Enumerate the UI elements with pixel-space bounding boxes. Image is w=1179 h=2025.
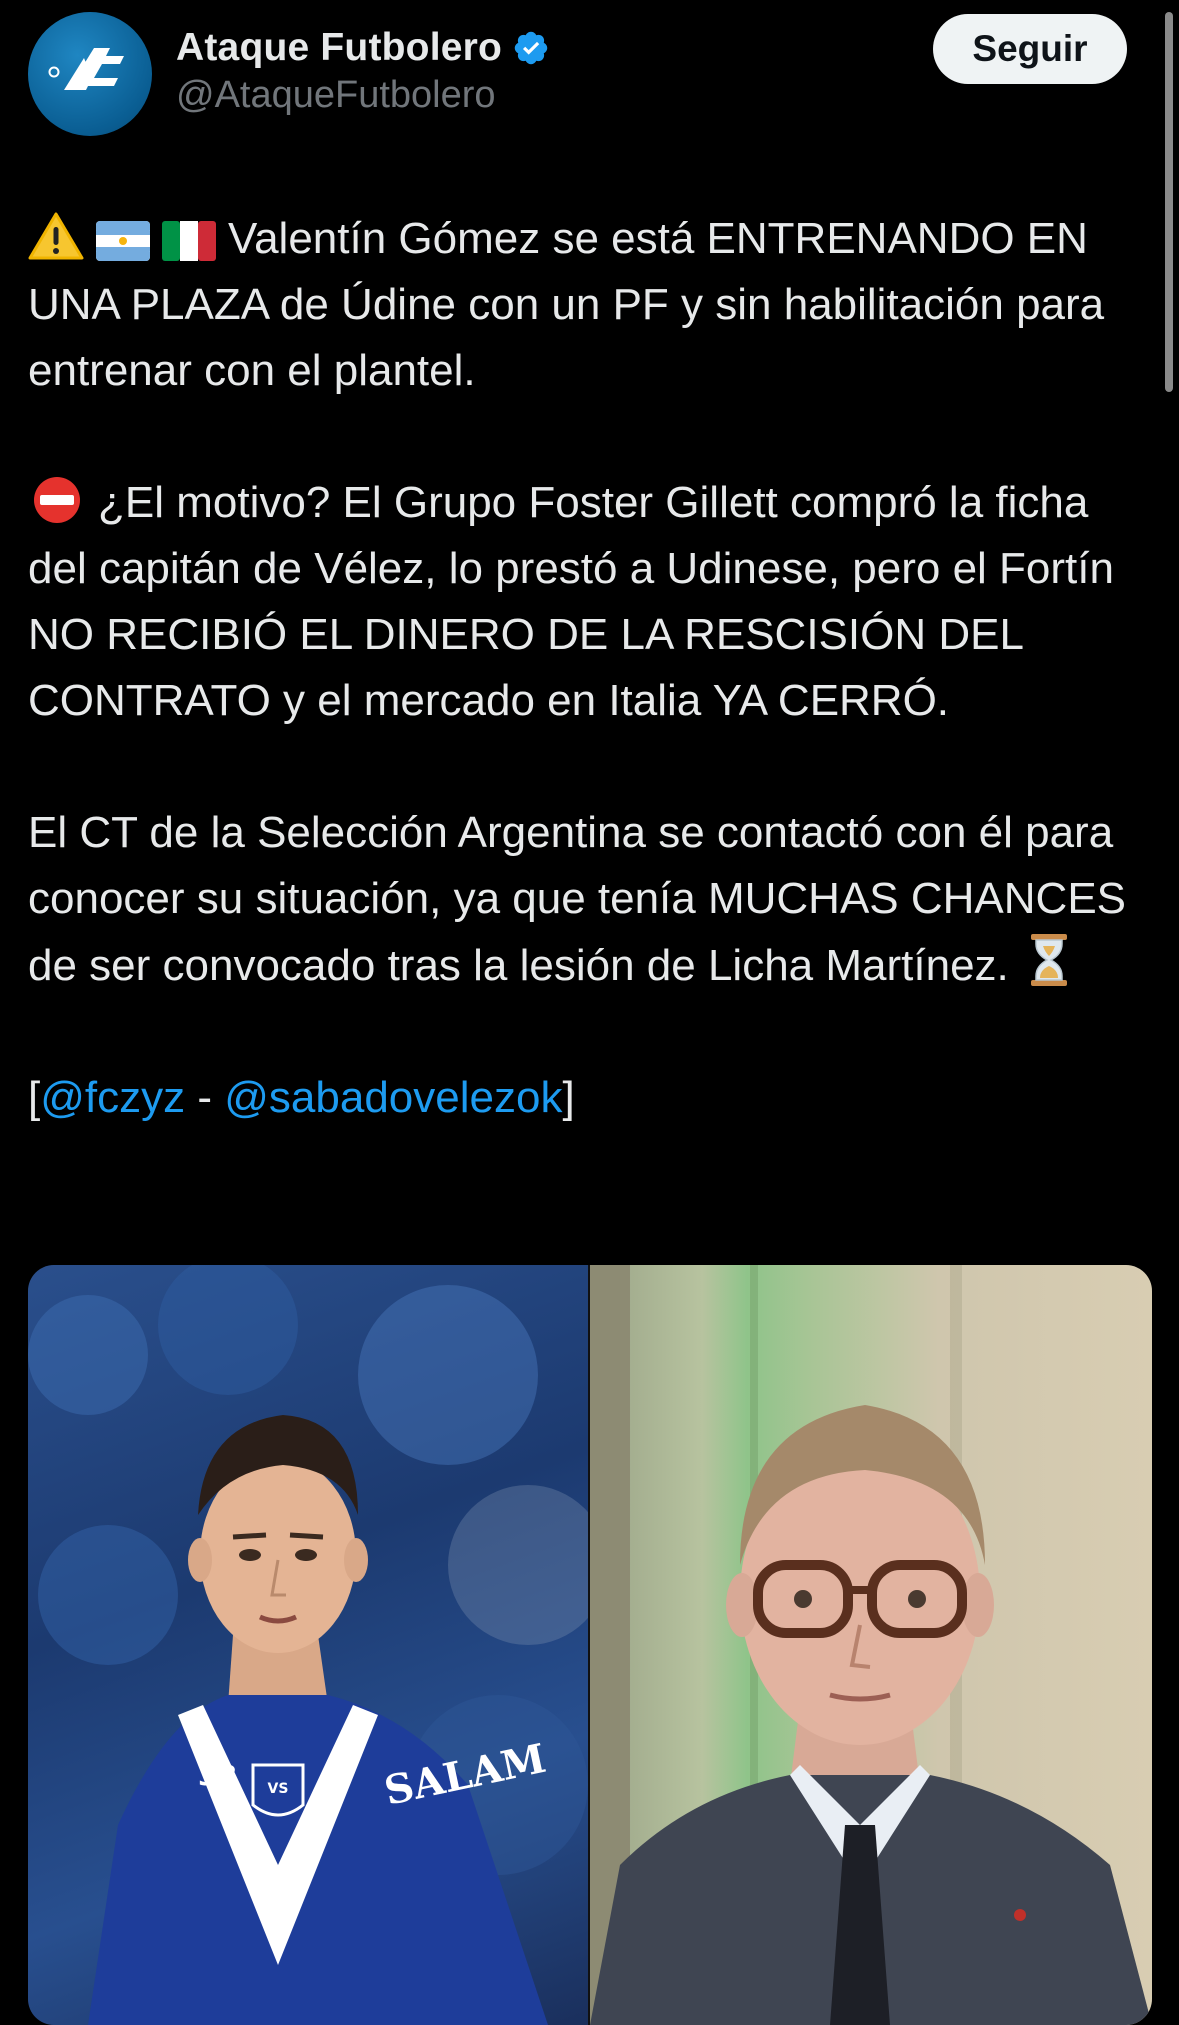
tweet-text: Valentín Gómez se está ENTRENANDO EN UNA… <box>28 206 1153 1131</box>
jersey-number: 38 <box>198 1759 237 1792</box>
no-entry-emoji-icon <box>28 475 86 525</box>
ataque-futbolero-logo-icon <box>48 48 124 90</box>
tweet-paragraph-3: El CT de la Selección Argentina se conta… <box>28 800 1153 999</box>
mention-link-fczyz[interactable]: @fczyz <box>40 1073 185 1122</box>
tweet-paragraph-3-text: El CT de la Selección Argentina se conta… <box>28 808 1127 990</box>
tweet-media[interactable]: VS SALAM 38 <box>28 1265 1152 2025</box>
scrollbar[interactable] <box>1165 12 1173 392</box>
tweet-paragraph-1: Valentín Gómez se está ENTRENANDO EN UNA… <box>28 206 1153 404</box>
open-bracket: [ <box>28 1073 41 1122</box>
businessman-photo[interactable] <box>590 1265 1152 2025</box>
businessman-photo-illustration <box>590 1265 1152 2025</box>
author-handle[interactable]: @AtaqueFutbolero <box>176 74 550 117</box>
verified-badge-icon <box>512 29 550 67</box>
tweet-paragraph-2-text: ¿El motivo? El Grupo Foster Gillett comp… <box>28 478 1114 725</box>
warning-emoji-icon <box>28 211 84 261</box>
follow-button[interactable]: Seguir <box>933 14 1127 84</box>
tweet-header: Ataque Futbolero @AtaqueFutbolero Seguir <box>28 12 1128 136</box>
hourglass-emoji-icon <box>1027 932 1071 988</box>
author-display-name[interactable]: Ataque Futbolero <box>176 26 502 70</box>
tweet-paragraph-2: ¿El motivo? El Grupo Foster Gillett comp… <box>28 470 1153 734</box>
mention-separator: - <box>185 1073 225 1122</box>
avatar[interactable] <box>28 12 152 136</box>
italy-flag-emoji-icon <box>162 221 216 261</box>
tweet-paragraph-4: [@fczyz - @sabadovelezok] <box>28 1065 1153 1131</box>
author-info[interactable]: Ataque Futbolero @AtaqueFutbolero <box>176 22 550 117</box>
argentina-flag-emoji-icon <box>96 221 150 261</box>
player-photo[interactable]: VS SALAM 38 <box>28 1265 588 2025</box>
mention-link-sabadovelezok[interactable]: @sabadovelezok <box>224 1073 562 1122</box>
player-photo-illustration: VS SALAM 38 <box>28 1265 588 2025</box>
svg-text:VS: VS <box>268 1781 289 1797</box>
close-bracket: ] <box>562 1073 575 1122</box>
